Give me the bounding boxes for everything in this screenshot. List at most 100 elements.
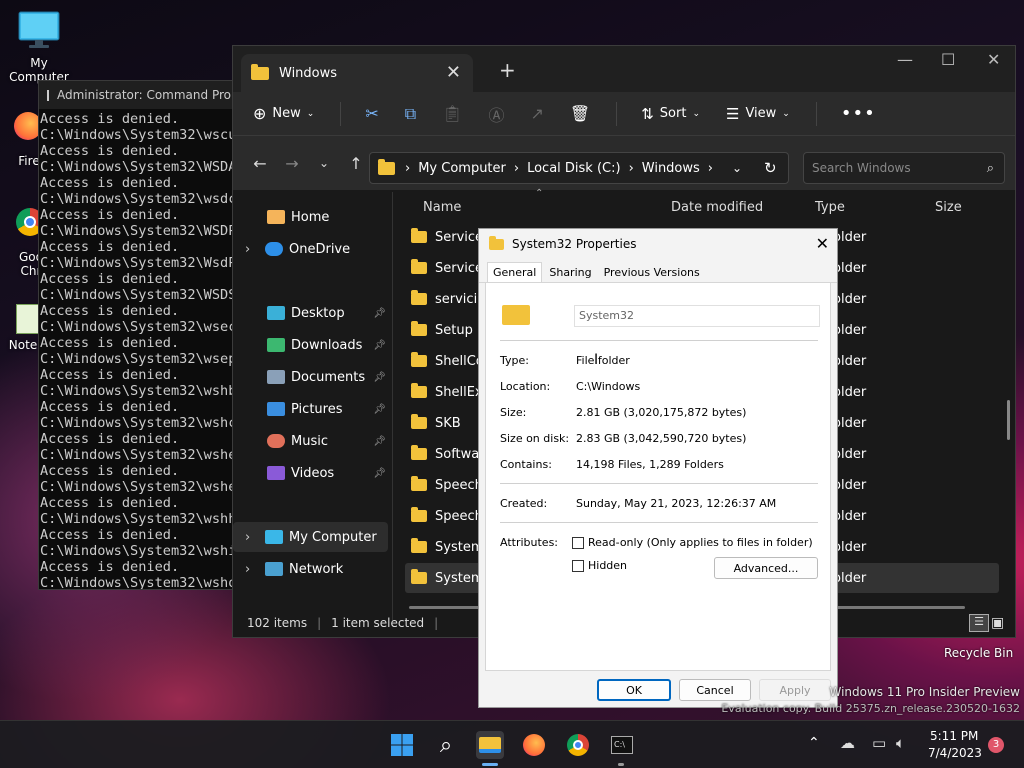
cancel-button[interactable]: Cancel [679,679,751,701]
tab-previous-versions[interactable]: Previous Versions [599,263,705,282]
breadcrumb-chevron-icon: › [405,160,411,176]
search-box[interactable]: Search Windows ⌕ [803,152,1005,184]
type-value: File folder [576,354,630,367]
pin-icon[interactable]: 📌︎ [373,436,386,447]
dialog-titlebar[interactable]: System32 Properties ✕ [479,229,837,259]
paste-button[interactable]: 📋︎ [442,104,462,123]
pin-icon[interactable]: 📌︎ [373,404,386,415]
cloud-offline-icon[interactable]: ☁ [840,734,855,752]
folder-name-field[interactable]: System32 [574,305,820,327]
show-hidden-icons-chevron[interactable]: ⌃ [808,735,820,751]
address-bar[interactable]: › My Computer › Local Disk (C:) › Window… [369,152,789,184]
breadcrumb-windows[interactable]: Windows [642,161,700,176]
pin-icon[interactable]: 📌︎ [373,340,386,351]
nav-item-onedrive[interactable]: › OneDrive [233,234,388,264]
ok-button[interactable]: OK [597,679,671,701]
tab-sharing[interactable]: Sharing [544,263,596,282]
chrome-taskbar-button[interactable] [564,731,592,759]
watermark-build: Evaluation copy. Build 25375.zn_release.… [721,702,1020,715]
folder-icon [411,352,427,367]
delete-button[interactable]: 🗑︎ [570,104,590,123]
search-button[interactable]: ⌕ [432,731,460,759]
nav-item-home[interactable]: Home [233,202,388,232]
nav-label: Downloads [291,337,363,353]
file-explorer-taskbar-button[interactable] [476,731,504,759]
desktop-icon-my-computer[interactable]: My Computer [0,10,78,84]
breadcrumb-my-computer[interactable]: My Computer [418,161,506,176]
nav-item-network[interactable]: › Network [233,554,388,584]
close-tab-icon[interactable]: ✕ [446,62,461,83]
readonly-checkbox[interactable]: Read-only (Only applies to files in fold… [572,536,813,549]
start-button[interactable] [388,731,416,759]
more-options-button[interactable]: ••• [841,103,876,124]
close-dialog-icon[interactable]: ✕ [816,234,829,253]
explorer-tab-windows[interactable]: Windows ✕ [241,54,473,92]
nav-item-documents[interactable]: Documents 📌︎ [233,362,388,392]
hidden-checkbox[interactable]: Hidden [572,559,627,572]
list-scrollbar[interactable] [1007,400,1010,440]
properties-dialog[interactable]: System32 Properties ✕ General Sharing Pr… [478,228,838,708]
folder-icon [411,538,427,553]
nav-item-pictures[interactable]: Pictures 📌︎ [233,394,388,424]
column-header-name[interactable]: Name [423,200,461,215]
copy-button[interactable]: ⧉ [405,104,416,124]
notification-badge[interactable]: 3 [988,737,1004,753]
firefox-taskbar-button[interactable] [520,731,548,759]
chevron-down-icon: ⌄ [306,108,315,119]
forward-arrow-icon[interactable]: → [277,154,307,173]
command-prompt-window[interactable]: Administrator: Command Prom Access is de… [38,80,238,590]
cut-button[interactable]: ✂ [365,104,378,123]
column-header-size[interactable]: Size [935,200,962,215]
new-tab-icon[interactable]: + [499,58,516,82]
breadcrumb-local-disk[interactable]: Local Disk (C:) [527,161,620,176]
desktop-icon [267,306,285,320]
nav-item-videos[interactable]: Videos 📌︎ [233,458,388,488]
expand-chevron-icon[interactable]: › [245,242,265,257]
share-button[interactable]: ↗ [530,104,543,123]
clock-date[interactable]: 7/4/2023 [928,746,982,760]
pin-icon[interactable]: 📌︎ [373,308,386,319]
expand-chevron-icon[interactable]: › [245,530,265,545]
tiles-view-icon[interactable]: ▣ [991,615,1004,631]
cmd-titlebar[interactable]: Administrator: Command Prom [39,81,237,109]
back-arrow-icon[interactable]: ← [245,154,275,173]
minimize-icon[interactable]: — [897,50,913,69]
address-dropdown-icon[interactable]: ⌄ [732,161,742,175]
details-view-icon[interactable]: ☰ [969,614,989,632]
recycle-bin-label[interactable]: Recycle Bin [944,646,1013,660]
cmd-output[interactable]: Access is denied. C:\Windows\System32\wsc… [39,109,237,589]
refresh-icon[interactable]: ↻ [764,159,777,177]
maximize-icon[interactable]: ☐ [941,50,955,69]
recent-chevron-icon[interactable]: ⌄ [309,156,339,170]
nav-item-downloads[interactable]: Downloads 📌︎ [233,330,388,360]
sort-button[interactable]: ⇅ Sort ⌄ [641,105,700,123]
up-arrow-icon[interactable]: ↑ [341,154,371,173]
tab-general[interactable]: General [487,262,543,282]
volume-icon[interactable]: 🔈︎ [896,734,905,752]
column-header-type[interactable]: Type [815,200,845,215]
advanced-button[interactable]: Advanced... [714,557,818,579]
terminal-taskbar-button[interactable]: C:\ [608,731,636,759]
new-button[interactable]: ⊕ New ⌄ [253,104,314,123]
pin-icon[interactable]: 📌︎ [373,372,386,383]
nav-item-my-computer[interactable]: › My Computer [233,522,388,552]
dialog-tabs: General Sharing Previous Versions [479,259,837,283]
contains-label: Contains: [500,458,552,471]
view-button[interactable]: ☰ View ⌄ [726,105,790,123]
pin-icon[interactable]: 📌︎ [373,468,386,479]
desktop-icon-notepad[interactable]: Note [8,304,40,352]
rename-button[interactable]: Ⓐ [488,102,504,126]
apply-button[interactable]: Apply [759,679,831,701]
search-input[interactable]: Search Windows [812,161,911,175]
column-header-date[interactable]: Date modified [671,200,763,215]
checkbox-box[interactable] [572,560,584,572]
nav-item-desktop[interactable]: Desktop 📌︎ [233,298,388,328]
close-window-icon[interactable]: ✕ [987,50,1000,69]
nav-item-music[interactable]: Music 📌︎ [233,426,388,456]
cmd-line: C:\Windows\System32\wshe [40,447,237,463]
network-status-icon[interactable]: ▭ [872,734,886,752]
clock-time[interactable]: 5:11 PM [930,729,978,743]
checkbox-box[interactable] [572,537,584,549]
navigation-pane[interactable]: Home › OneDrive Desktop 📌︎ Downloads 📌︎ … [233,192,393,622]
expand-chevron-icon[interactable]: › [245,562,265,577]
